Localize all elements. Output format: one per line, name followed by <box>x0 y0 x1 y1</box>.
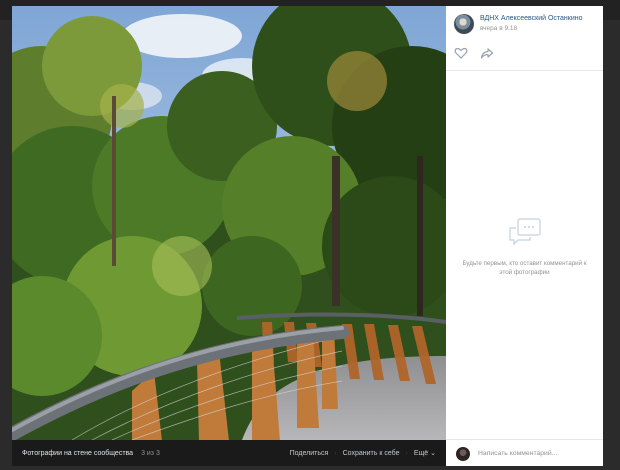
comments-bubble-icon <box>508 218 542 246</box>
post-author: ВДНХ Алексеевский Останкино вчера в 9:18 <box>454 14 583 34</box>
more-label: Ещё <box>413 450 429 457</box>
comments-empty-state: Будьте первым, кто оставит комментарий к… <box>446 218 603 277</box>
user-avatar[interactable] <box>456 446 470 461</box>
save-to-me-button[interactable]: Сохранить к себе <box>343 450 400 457</box>
share-arrow-icon[interactable] <box>480 46 494 60</box>
comment-composer <box>446 439 603 467</box>
comments-empty-text: Будьте первым, кто оставит комментарий к… <box>462 260 587 276</box>
sidebar-divider <box>446 70 603 71</box>
photo-treetop-walkway[interactable] <box>12 6 446 440</box>
post-date[interactable]: вчера в 9:18 <box>480 24 583 34</box>
share-button[interactable]: Поделиться <box>290 450 329 457</box>
community-avatar[interactable] <box>454 14 474 34</box>
album-link[interactable]: Фотографии на стене сообщества <box>22 450 133 457</box>
post-actions <box>454 46 494 60</box>
photo-viewer: Фотографии на стене сообщества 3 из 3 По… <box>12 6 446 466</box>
separator-dot: · <box>334 449 337 457</box>
heart-icon[interactable] <box>454 46 468 60</box>
photo-sidebar: ВДНХ Алексеевский Останкино вчера в 9:18… <box>446 6 603 466</box>
author-name[interactable]: ВДНХ Алексеевский Останкино <box>480 14 583 24</box>
more-button[interactable]: Ещё ⌄ <box>414 449 436 457</box>
photo-bottom-bar: Фотографии на стене сообщества 3 из 3 По… <box>12 440 446 466</box>
photo-counter: 3 из 3 <box>141 449 160 457</box>
author-text: ВДНХ Алексеевский Останкино вчера в 9:18 <box>480 14 583 34</box>
chevron-down-icon: ⌄ <box>430 450 436 457</box>
comment-input[interactable] <box>478 450 588 457</box>
separator-dot: · <box>405 449 408 457</box>
